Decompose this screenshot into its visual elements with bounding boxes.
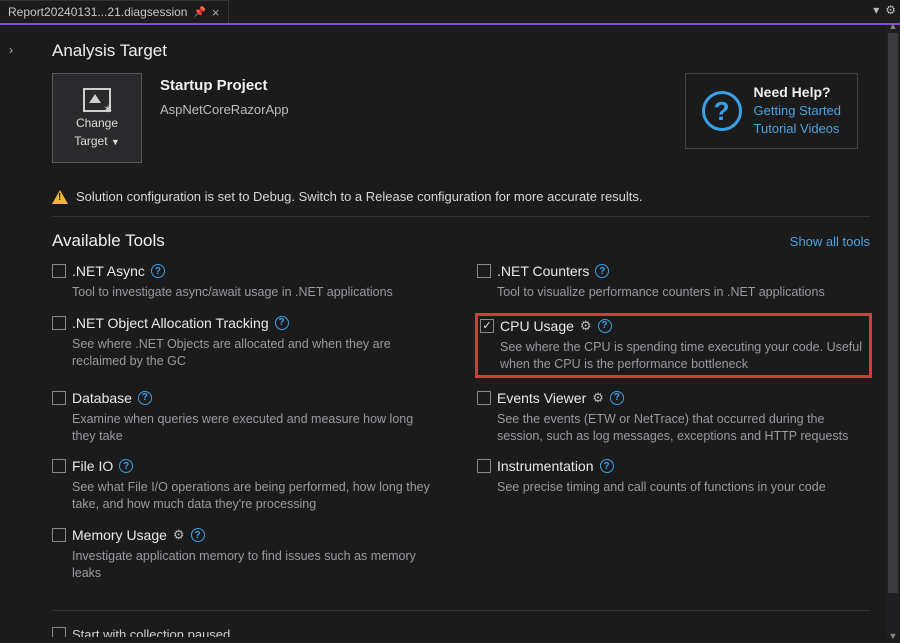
scroll-up-icon[interactable]: ▲ (886, 19, 900, 33)
tool-label: Memory Usage (72, 527, 167, 543)
checkbox-icon[interactable] (52, 627, 66, 637)
tool-file-io: File IO ? See what File I/O operations a… (52, 458, 445, 513)
chevron-down-icon: ▼ (111, 137, 120, 147)
tool-label: .NET Object Allocation Tracking (72, 315, 269, 331)
gear-icon[interactable]: ⚙ (173, 527, 185, 543)
change-target-button[interactable]: Change Target ▼ (52, 73, 142, 163)
expand-chevron-icon[interactable]: › (9, 43, 13, 637)
tool-cpu-checkbox[interactable]: CPU Usage ⚙ ? (480, 318, 862, 334)
tool-events-viewer: Events Viewer ⚙ ? See the events (ETW or… (477, 390, 870, 445)
tool-allocation-tracking: .NET Object Allocation Tracking ? See wh… (52, 315, 445, 376)
help-title: Need Help? (754, 84, 841, 100)
tool-database: Database ? Examine when queries were exe… (52, 390, 445, 445)
tool-desc: See precise timing and call counts of fu… (497, 479, 858, 496)
checkbox-icon[interactable] (477, 264, 491, 278)
tool-net-async-checkbox[interactable]: .NET Async ? (52, 263, 433, 279)
info-icon[interactable]: ? (600, 459, 614, 473)
tool-label: .NET Async (72, 263, 145, 279)
info-icon[interactable]: ? (610, 391, 624, 405)
checkbox-icon[interactable] (52, 459, 66, 473)
tool-label: .NET Counters (497, 263, 589, 279)
profiler-content: Analysis Target Change Target ▼ Startup … (22, 25, 900, 637)
scroll-down-icon[interactable]: ▼ (886, 629, 900, 643)
checkbox-icon[interactable] (52, 528, 66, 542)
tool-label: Instrumentation (497, 458, 594, 474)
help-panel: ? Need Help? Getting Started Tutorial Vi… (685, 73, 858, 149)
analysis-target-heading: Analysis Target (52, 41, 870, 61)
gear-icon[interactable]: ⚙ (580, 318, 592, 334)
config-warning: Solution configuration is set to Debug. … (52, 179, 870, 217)
tool-desc: See where the CPU is spending time execu… (500, 339, 862, 373)
tutorial-videos-link[interactable]: Tutorial Videos (754, 120, 841, 138)
tool-fileio-checkbox[interactable]: File IO ? (52, 458, 433, 474)
checkbox-icon[interactable] (52, 264, 66, 278)
project-title: Startup Project (160, 77, 289, 94)
checkbox-icon[interactable] (480, 319, 494, 333)
tool-desc: Examine when queries were executed and m… (72, 411, 433, 445)
tool-memory-usage: Memory Usage ⚙ ? Investigate application… (52, 527, 445, 582)
tool-desc: Investigate application memory to find i… (72, 548, 433, 582)
help-question-icon: ? (702, 91, 742, 131)
scroll-thumb[interactable] (888, 33, 898, 593)
gear-icon[interactable]: ⚙ (592, 390, 604, 406)
tool-instrumentation: Instrumentation ? See precise timing and… (477, 458, 870, 513)
info-icon[interactable]: ? (138, 391, 152, 405)
tab-title: Report20240131...21.diagsession (8, 5, 187, 19)
tool-allocation-checkbox[interactable]: .NET Object Allocation Tracking ? (52, 315, 433, 331)
warning-text: Solution configuration is set to Debug. … (76, 189, 643, 204)
available-tools-heading: Available Tools (52, 231, 165, 251)
tool-desc: Tool to investigate async/await usage in… (72, 284, 433, 301)
left-gutter: › (0, 25, 22, 637)
document-tab[interactable]: Report20240131...21.diagsession 📌 × (0, 0, 229, 23)
info-icon[interactable]: ? (191, 528, 205, 542)
info-icon[interactable]: ? (151, 264, 165, 278)
tool-desc: See where .NET Objects are allocated and… (72, 336, 433, 370)
project-name: AspNetCoreRazorApp (160, 102, 289, 117)
tool-desc: Tool to visualize performance counters i… (497, 284, 858, 301)
tool-desc: See the events (ETW or NetTrace) that oc… (497, 411, 858, 445)
tool-events-checkbox[interactable]: Events Viewer ⚙ ? (477, 390, 858, 406)
info-icon[interactable]: ? (275, 316, 289, 330)
tool-label: Events Viewer (497, 390, 586, 406)
close-icon[interactable]: × (212, 5, 220, 20)
tool-memory-checkbox[interactable]: Memory Usage ⚙ ? (52, 527, 433, 543)
tool-label: Database (72, 390, 132, 406)
checkbox-icon[interactable] (52, 391, 66, 405)
info-icon[interactable]: ? (119, 459, 133, 473)
target-image-icon (83, 88, 111, 112)
vertical-scrollbar[interactable]: ▲ ▼ (886, 25, 900, 637)
tool-net-async: .NET Async ? Tool to investigate async/a… (52, 263, 445, 301)
tool-database-checkbox[interactable]: Database ? (52, 390, 433, 406)
tool-net-counters: .NET Counters ? Tool to visualize perfor… (477, 263, 870, 301)
tool-label: CPU Usage (500, 318, 574, 334)
checkbox-icon[interactable] (477, 459, 491, 473)
checkbox-icon[interactable] (52, 316, 66, 330)
settings-gear-icon[interactable]: ⚙ (885, 3, 896, 17)
tab-overflow-icon[interactable]: ▾ (873, 3, 879, 17)
tool-net-counters-checkbox[interactable]: .NET Counters ? (477, 263, 858, 279)
show-all-tools-link[interactable]: Show all tools (790, 234, 870, 249)
tool-label: File IO (72, 458, 113, 474)
tab-bar: Report20240131...21.diagsession 📌 × ▾ ⚙ (0, 0, 900, 25)
tool-instr-checkbox[interactable]: Instrumentation ? (477, 458, 858, 474)
getting-started-link[interactable]: Getting Started (754, 102, 841, 120)
pin-icon[interactable]: 📌 (193, 7, 205, 18)
start-paused-checkbox[interactable]: Start with collection paused (52, 627, 870, 637)
start-paused-label: Start with collection paused (72, 627, 230, 637)
info-icon[interactable]: ? (595, 264, 609, 278)
checkbox-icon[interactable] (477, 391, 491, 405)
warning-icon (52, 190, 68, 204)
tool-desc: See what File I/O operations are being p… (72, 479, 433, 513)
tool-cpu-usage: CPU Usage ⚙ ? See where the CPU is spend… (477, 315, 870, 376)
info-icon[interactable]: ? (598, 319, 612, 333)
change-target-line1: Change (76, 116, 118, 130)
change-target-line2: Target ▼ (74, 134, 120, 148)
